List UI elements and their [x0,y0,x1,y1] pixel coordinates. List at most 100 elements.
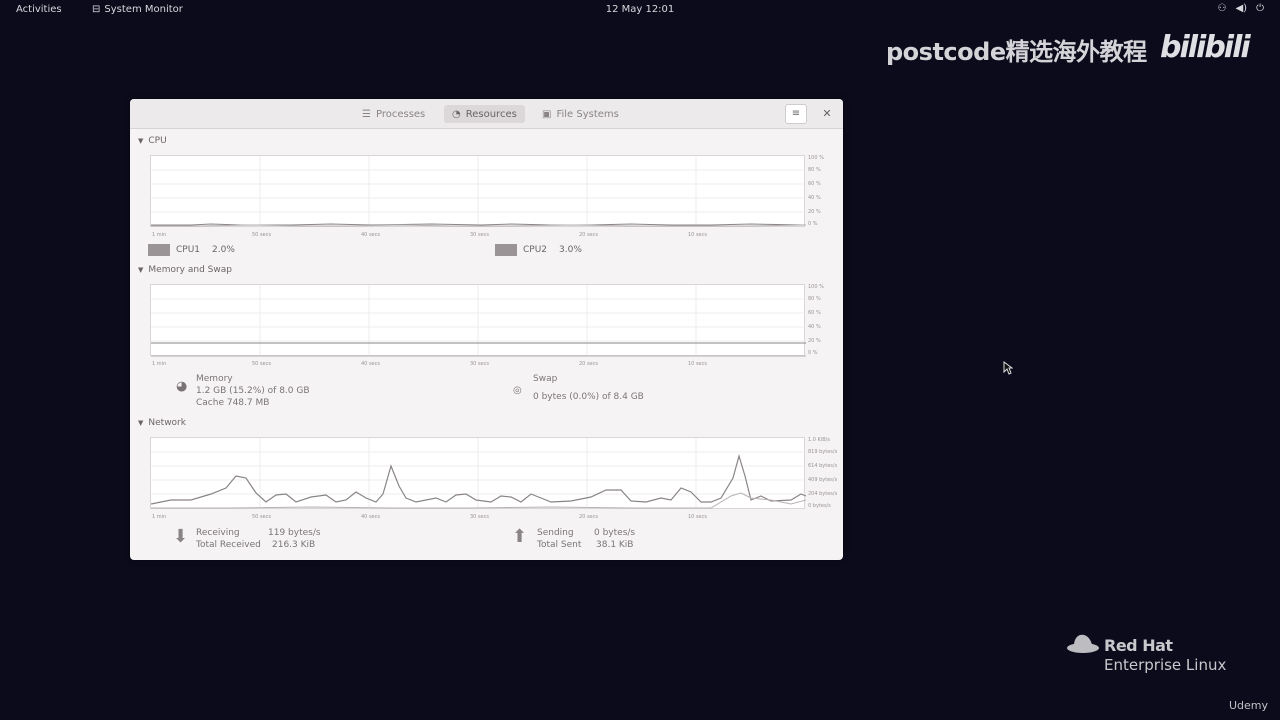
memory-cache: Cache 748.7 MB [196,398,270,408]
sending-arrow-icon[interactable]: ⬆ [512,526,527,547]
color-swatch[interactable] [495,244,517,256]
x-tick-label: 1 min [152,232,167,238]
clock[interactable]: 12 May 12:01 [600,4,680,15]
x-tick-label: 30 secs [470,232,489,238]
y-tick-label: 0 % [808,350,818,356]
x-tick-label: 10 secs [688,232,707,238]
receiving-value: 119 bytes/s [268,528,321,538]
cpu-value: 3.0% [559,245,582,255]
cpu-y-axis: 100 % 80 % 60 % 40 % 20 % 0 % [808,155,838,227]
y-tick-label: 819 bytes/s [808,449,838,455]
section-title: CPU [148,136,167,146]
memory-y-axis: 100 % 80 % 60 % 40 % 20 % 0 % [808,284,838,356]
cpu-label: CPU1 [176,245,201,255]
close-button[interactable]: ✕ [818,105,836,123]
network-graph [150,437,807,510]
x-tick-label: 1 min [152,514,167,520]
header-bar: ☰ Processes ◔ Resources ▣ File Systems ≡… [130,99,843,129]
memory-label: Memory [196,374,233,384]
redhat-product: Enterprise Linux [1104,656,1227,674]
expander-arrow-icon: ▼ [138,266,144,274]
x-tick-label: 10 secs [688,514,707,520]
system-monitor-icon: ⊟ [92,4,101,15]
hamburger-icon: ≡ [791,108,801,119]
activities-button[interactable]: Activities [16,4,62,15]
system-tray[interactable]: ⚇ ◀) ⏻ [1218,3,1264,14]
cpu-section-header[interactable]: ▼ CPU [138,136,167,146]
color-swatch[interactable] [148,244,170,256]
y-tick-label: 80 % [808,296,821,302]
expander-arrow-icon: ▼ [138,419,144,427]
redhat-name: Red Hat [1104,636,1173,655]
y-tick-label: 20 % [808,209,821,215]
cpu-label: CPU2 [523,245,548,255]
y-tick-label: 204 bytes/s [808,491,838,497]
network-icon: ⚇ [1217,3,1227,14]
app-menu[interactable]: ⊟ System Monitor [92,4,183,15]
x-tick-label: 20 secs [579,514,598,520]
list-icon: ☰ [362,108,371,120]
swap-label: Swap [533,374,558,384]
cpu-value: 2.0% [212,245,235,255]
cpu1-legend[interactable]: CPU1 2.0% [148,244,235,256]
memory-graph-plot [151,285,806,357]
x-tick-label: 50 secs [252,232,271,238]
tab-label: Processes [375,108,426,120]
swap-pie-icon[interactable]: ◎ [513,385,522,396]
cpu-x-axis: 1 min 50 secs 40 secs 30 secs 20 secs 10… [152,232,807,240]
network-section-header[interactable]: ▼ Network [138,418,186,428]
y-tick-label: 1.0 KiB/s [808,437,830,443]
swap-stats: Swap 0 bytes (0.0%) of 8.4 GB [533,373,644,403]
memory-graph [150,284,806,357]
tab-label: File Systems [556,108,619,120]
x-tick-label: 20 secs [579,232,598,238]
x-tick-label: 40 secs [361,514,380,520]
top-bar: Activities ⊟ System Monitor 12 May 12:01… [0,0,1280,20]
menu-button[interactable]: ≡ [785,104,807,124]
memory-usage: 1.2 GB (15.2%) of 8.0 GB [196,386,310,396]
y-tick-label: 614 bytes/s [808,463,838,469]
memory-section-header[interactable]: ▼ Memory and Swap [138,265,232,275]
memory-pie-icon[interactable]: ◕ [176,379,187,394]
section-title: Network [148,418,186,428]
x-tick-label: 30 secs [470,514,489,520]
network-graph-plot [150,438,807,510]
total-sent-label: Total Sent [537,540,582,550]
gauge-icon: ◔ [452,108,461,120]
receiving-arrow-icon[interactable]: ⬇ [173,526,188,547]
mouse-cursor-icon [1003,361,1013,375]
memory-stats: Memory 1.2 GB (15.2%) of 8.0 GB Cache 74… [196,373,310,409]
total-received-label: Total Received [196,540,261,550]
x-tick-label: 40 secs [361,361,380,367]
y-tick-label: 80 % [808,167,821,173]
total-received-value: 216.3 KiB [272,540,316,550]
watermark-text: postcode精选海外教程 [886,38,1147,66]
expander-arrow-icon: ▼ [138,137,144,145]
x-tick-label: 40 secs [361,232,380,238]
tab-processes[interactable]: ☰ Processes [354,105,433,123]
total-sent-value: 38.1 KiB [596,540,634,550]
network-y-axis: 1.0 KiB/s 819 bytes/s 614 bytes/s 409 by… [808,437,840,509]
close-icon: ✕ [822,107,832,120]
memory-x-axis: 1 min 50 secs 40 secs 30 secs 20 secs 10… [152,361,807,369]
tab-file-systems[interactable]: ▣ File Systems [534,105,627,123]
y-tick-label: 60 % [808,310,821,316]
network-x-axis: 1 min 50 secs 40 secs 30 secs 20 secs 10… [152,514,807,522]
x-tick-label: 50 secs [252,514,271,520]
disk-icon: ▣ [542,108,552,120]
power-icon: ⏻ [1256,3,1264,14]
cpu-graph [150,155,807,228]
section-title: Memory and Swap [148,265,232,275]
y-tick-label: 40 % [808,324,821,330]
receiving-stats: Receiving 119 bytes/s Total Received 216.3… [196,527,336,551]
redhat-hat-icon [1067,634,1099,653]
receiving-label: Receiving [196,528,240,538]
bilibili-logo: bilibili [1160,30,1251,65]
x-tick-label: 30 secs [470,361,489,367]
cpu2-legend[interactable]: CPU2 3.0% [495,244,582,256]
udemy-logo: Udemy [1229,699,1269,712]
y-tick-label: 0 bytes/s [808,503,831,509]
y-tick-label: 20 % [808,338,821,344]
x-tick-label: 10 secs [688,361,707,367]
tab-resources[interactable]: ◔ Resources [444,105,525,123]
